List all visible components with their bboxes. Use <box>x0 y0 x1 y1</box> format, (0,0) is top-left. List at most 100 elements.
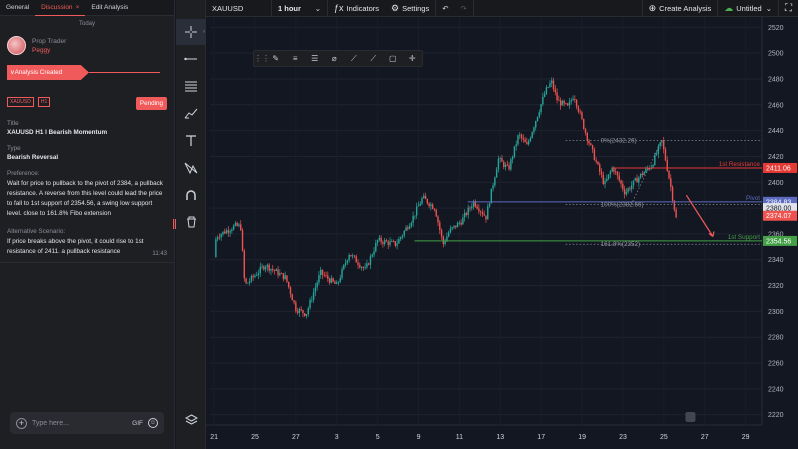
candle-body <box>575 99 578 107</box>
candle-body <box>248 281 251 283</box>
candle-body <box>364 267 366 269</box>
candle-body <box>396 243 398 246</box>
candle-body <box>581 112 583 119</box>
alt-scenario-label: Alternative Scenario: <box>7 228 66 235</box>
interval-selector[interactable]: 1 hour ⌄ <box>272 0 328 17</box>
cloud-icon: ☁ <box>724 2 734 13</box>
candle-body <box>362 267 365 269</box>
y-tick-label: 2240 <box>768 386 784 393</box>
author-name[interactable]: Peggy <box>32 47 66 54</box>
candle-body <box>538 112 541 117</box>
candle-body <box>547 87 549 88</box>
pattern-icon[interactable] <box>176 155 206 181</box>
price-badge-text: 2354.56 <box>766 238 791 245</box>
tab-edit-analysis[interactable]: Edit Analysis <box>85 0 134 16</box>
candle-body <box>584 128 587 133</box>
x-tick-label: 21 <box>210 434 218 441</box>
x-tick-label: 29 <box>742 434 750 441</box>
x-tick-label: 27 <box>701 434 709 441</box>
candle-body <box>527 141 530 145</box>
candle-body <box>604 181 606 184</box>
price-chart[interactable]: 2220224022602280230023202340236023802400… <box>206 17 798 449</box>
drag-handle-icon[interactable]: ⋮⋮ <box>254 54 270 63</box>
candle-body <box>583 118 585 129</box>
crosshair-icon[interactable]: ✛ <box>403 54 423 63</box>
candle-body <box>293 300 295 303</box>
status-line <box>89 72 160 73</box>
magnet-icon[interactable] <box>176 182 206 208</box>
candle-body <box>261 266 263 268</box>
redo-icon[interactable]: ↷ <box>455 0 474 17</box>
undo-icon[interactable]: ↶ <box>436 0 454 17</box>
candle-body <box>574 98 576 100</box>
candle-body <box>568 101 571 106</box>
candle-body <box>439 222 441 230</box>
candle-body <box>350 255 352 257</box>
candle-body <box>263 266 265 270</box>
y-tick-label: 2520 <box>768 25 784 32</box>
candle-body <box>531 132 533 138</box>
settings-button[interactable]: ⚙ Settings <box>385 0 437 17</box>
candle-body <box>375 242 377 252</box>
candle-body <box>272 268 274 270</box>
pending-badge[interactable]: Pending <box>135 97 167 110</box>
candle-body <box>599 164 601 172</box>
chart-canvas[interactable]: 2220224022602280230023202340236023802400… <box>206 17 798 449</box>
pen-icon[interactable]: ✎ <box>266 54 286 63</box>
candle-body <box>641 173 644 175</box>
candle-body <box>442 236 445 244</box>
plus-icon[interactable]: + <box>16 417 27 429</box>
candle-body <box>458 222 461 224</box>
candle-body <box>424 195 427 200</box>
candle-body <box>495 169 498 178</box>
trend-line-icon[interactable] <box>176 46 206 72</box>
candle-body <box>488 203 491 207</box>
lines-icon[interactable]: ≡ <box>286 54 306 63</box>
candle-body <box>483 214 485 216</box>
levels-icon[interactable]: ☰ <box>305 54 325 63</box>
line-tool-icon[interactable]: ⟋ <box>344 54 364 64</box>
candle-body <box>462 217 464 225</box>
brush-icon[interactable] <box>176 100 206 126</box>
x-tick-label: 13 <box>496 434 504 441</box>
close-icon[interactable]: × <box>76 4 80 11</box>
tab-discussion-label: Discussion <box>41 3 73 11</box>
indicators-button[interactable]: ƒx Indicators <box>328 0 385 17</box>
candle-body <box>366 263 368 268</box>
candle-body <box>618 175 620 181</box>
fib-icon[interactable] <box>176 73 206 99</box>
trash-icon[interactable] <box>176 209 206 235</box>
layers-icon[interactable] <box>176 407 206 433</box>
x-tick-label: 25 <box>251 434 259 441</box>
candle-body <box>447 232 450 237</box>
candle-body <box>220 234 222 238</box>
tab-general[interactable]: General <box>0 0 35 16</box>
candle-body <box>330 278 333 283</box>
floating-drawing-toolbar: ⋮⋮ ✎ ≡ ☰ ⌀ ⟋ ⟋ ▢ ✛ <box>253 50 423 67</box>
candle-body <box>440 229 443 237</box>
candle-body <box>460 222 462 225</box>
emoji-icon[interactable]: ☺ <box>148 418 158 428</box>
candle-body <box>609 171 612 175</box>
candle-body <box>629 188 631 190</box>
create-analysis-button[interactable]: ⊕ Create Analysis <box>641 0 719 17</box>
crosshair-icon[interactable]: › <box>176 19 206 45</box>
candle-body <box>236 223 238 226</box>
layout-selector[interactable]: ☁ Untitled ⌄ <box>718 0 779 17</box>
candle-body <box>305 314 308 316</box>
candle-body <box>229 231 231 233</box>
measure-icon[interactable]: ⟋ <box>364 54 384 64</box>
eraser-icon[interactable]: ⌀ <box>325 54 345 63</box>
tab-discussion[interactable]: Discussion × <box>35 0 86 16</box>
candle-body <box>638 177 640 183</box>
fullscreen-icon[interactable]: ⛶ <box>779 0 798 17</box>
message-input[interactable] <box>32 419 133 427</box>
rectangle-icon[interactable]: ▢ <box>383 54 403 63</box>
gif-button[interactable]: GIF <box>132 420 143 427</box>
layout-name: Untitled <box>736 3 762 13</box>
candle-body <box>623 189 626 195</box>
candle-body <box>453 225 455 228</box>
chart-toolbar: XAUUSD 1 hour ⌄ ƒx Indicators ⚙ Settings ↶ … <box>206 0 798 17</box>
text-icon[interactable] <box>176 128 206 154</box>
symbol-selector[interactable]: XAUUSD <box>206 0 272 17</box>
